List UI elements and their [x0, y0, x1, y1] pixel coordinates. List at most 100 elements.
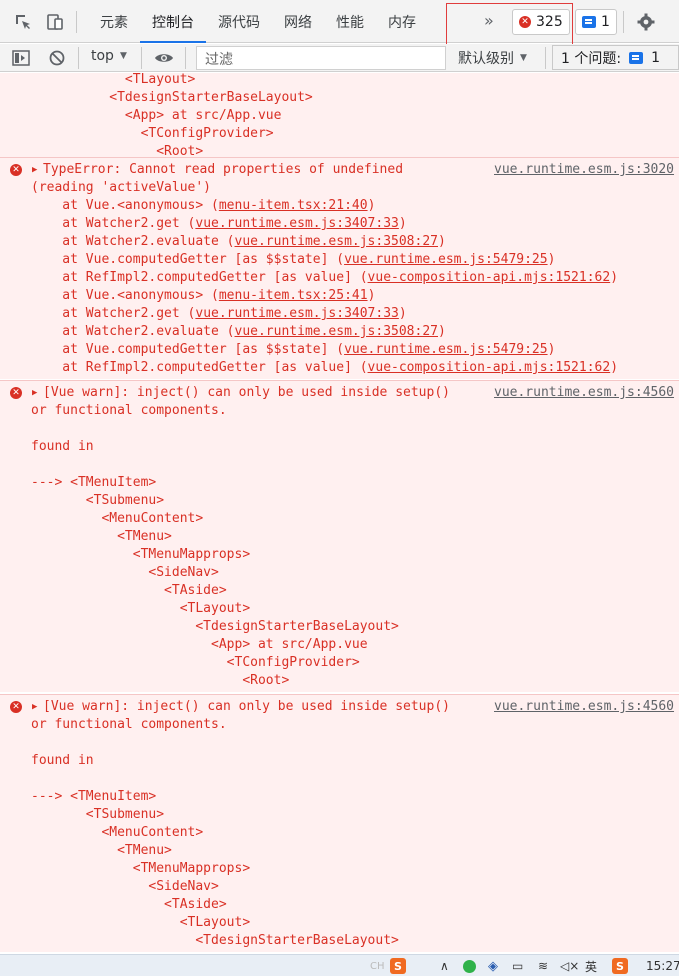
error-icon: ✕: [10, 164, 22, 176]
console-line: <App> at src/App.vue: [31, 637, 368, 652]
separator: [141, 47, 142, 69]
tray-expand-icon[interactable]: ∧: [440, 958, 449, 974]
console-line: at RefImpl2.computedGetter [as value] (v…: [31, 270, 619, 285]
separator: [545, 47, 546, 69]
stack-frame-link[interactable]: vue-composition-api.mjs:1521:62: [368, 270, 611, 285]
stack-frame-link[interactable]: vue.runtime.esm.js:3407:33: [195, 216, 399, 231]
console-error-entry[interactable]: ✕ ▶ TypeError: Cannot read properties of u…: [0, 157, 679, 379]
console-line: <TMenuMapprops>: [31, 547, 251, 562]
console-line: ---> <TMenuItem>: [31, 789, 157, 804]
stack-frame-link[interactable]: vue.runtime.esm.js:3407:33: [195, 306, 399, 321]
network-icon[interactable]: ▭: [512, 958, 523, 974]
source-link[interactable]: vue.runtime.esm.js:4560: [494, 384, 674, 402]
sogou-ime-icon[interactable]: S: [390, 958, 406, 974]
tab-2[interactable]: 源代码: [206, 0, 272, 43]
stack-frame-link[interactable]: menu-item.tsx:25:41: [219, 288, 368, 303]
console-line: <TMenu>: [31, 529, 172, 544]
console-line: found in: [31, 439, 94, 454]
console-line: <SideNav>: [31, 565, 219, 580]
inspect-element-icon[interactable]: [12, 11, 34, 33]
issues-label: 1 个问题:: [561, 50, 622, 67]
console-line: <TLayout>: [31, 601, 251, 616]
separator: [623, 11, 624, 33]
console-line: ---> <TMenuItem>: [31, 475, 157, 490]
console-error-entry[interactable]: <TLayout> <TdesignStarterBaseLayout> <Ap…: [0, 73, 679, 163]
console-line: <Root>: [31, 673, 290, 688]
stack-frame-link[interactable]: vue.runtime.esm.js:3508:27: [235, 234, 439, 249]
stack-frame-link[interactable]: vue.runtime.esm.js:3508:27: [235, 324, 439, 339]
console-line: <TLayout>: [31, 915, 251, 930]
log-level-value: 默认级别: [458, 51, 514, 67]
console-line: or functional components.: [31, 403, 227, 418]
windows-taskbar: CH S ∧ ◈ ▭ ≋ ◁× 英 S 15:27: [0, 954, 679, 976]
message-count-badge[interactable]: 1: [575, 9, 617, 35]
sogou-tray-icon[interactable]: S: [612, 958, 628, 974]
separator: [76, 11, 77, 33]
console-line: at Watcher2.evaluate (vue.runtime.esm.js…: [31, 234, 446, 249]
expand-triangle-icon[interactable]: ▶: [32, 161, 37, 179]
chevron-down-icon: ▼: [119, 51, 127, 61]
console-line: at Vue.<anonymous> (menu-item.tsx:25:41): [31, 288, 376, 303]
console-line: <MenuContent>: [31, 825, 204, 840]
stack-frame-link[interactable]: vue.runtime.esm.js:5479:25: [344, 252, 548, 267]
console-error-entry[interactable]: ✕ ▶ [Vue warn]: inject() can only be used …: [0, 380, 679, 692]
console-line: <TConfigProvider>: [31, 655, 360, 670]
ime-indicator: CH: [370, 960, 385, 972]
devtools-tabbar: 元素 控制台 源代码 网络 性能 内存 » ✕ 325 1: [0, 0, 679, 43]
error-icon: ✕: [10, 387, 22, 399]
console-line: at Vue.computedGetter [as $$state] (vue.…: [31, 252, 556, 267]
console-error-entry[interactable]: ✕ ▶ [Vue warn]: inject() can only be used …: [0, 694, 679, 952]
console-line: <TdesignStarterBaseLayout>: [31, 619, 399, 634]
message-icon: [582, 16, 596, 28]
issues-icon: [629, 51, 644, 64]
console-line: <TSubmenu>: [31, 807, 165, 822]
live-expression-eye-icon[interactable]: [153, 47, 175, 69]
tab-3[interactable]: 网络: [272, 0, 324, 43]
separator: [78, 47, 79, 69]
console-line: <TLayout>: [31, 73, 196, 87]
console-line: (reading 'activeValue'): [31, 180, 212, 195]
console-line: at RefImpl2.computedGetter [as value] (v…: [31, 360, 619, 375]
volume-icon[interactable]: ◁×: [560, 958, 579, 974]
shield-icon[interactable]: ◈: [488, 958, 498, 974]
tab-0[interactable]: 元素: [88, 0, 140, 43]
wifi-icon[interactable]: ≋: [538, 958, 548, 974]
console-line: at Watcher2.get (vue.runtime.esm.js:3407…: [31, 306, 407, 321]
error-message: [Vue warn]: inject() can only be used in…: [43, 385, 450, 400]
console-line: <TMenu>: [31, 843, 172, 858]
tab-4[interactable]: 性能: [324, 0, 376, 43]
ime-mode[interactable]: 英: [585, 958, 597, 974]
expand-triangle-icon[interactable]: ▶: [32, 698, 37, 716]
context-value: top: [91, 48, 114, 64]
expand-triangle-icon[interactable]: ▶: [32, 384, 37, 402]
context-select[interactable]: top ▼: [91, 48, 127, 64]
console-output: <TLayout> <TdesignStarterBaseLayout> <Ap…: [0, 73, 679, 954]
stack-frame-link[interactable]: menu-item.tsx:21:40: [219, 198, 368, 213]
console-line: at Watcher2.get (vue.runtime.esm.js:3407…: [31, 216, 407, 231]
clear-console-icon[interactable]: [46, 47, 68, 69]
stack-frame-link[interactable]: vue.runtime.esm.js:5479:25: [344, 342, 548, 357]
wechat-icon[interactable]: [463, 960, 476, 973]
tab-1[interactable]: 控制台: [140, 0, 206, 43]
stack-frame-link[interactable]: vue-composition-api.mjs:1521:62: [368, 360, 611, 375]
console-line: at Vue.<anonymous> (menu-item.tsx:21:40): [31, 198, 376, 213]
log-level-select[interactable]: 默认级别 ▼: [458, 48, 527, 68]
console-line: found in: [31, 753, 94, 768]
source-link[interactable]: vue.runtime.esm.js:4560: [494, 698, 674, 716]
console-line: <TAside>: [31, 583, 227, 598]
settings-gear-icon[interactable]: [635, 11, 657, 33]
sidebar-toggle-icon[interactable]: [10, 47, 32, 69]
console-line: or functional components.: [31, 717, 227, 732]
issues-count: 1: [651, 49, 660, 66]
clock: 15:27: [646, 959, 679, 973]
filter-input[interactable]: 过滤: [196, 46, 446, 70]
console-line: <TMenuMapprops>: [31, 861, 251, 876]
source-link[interactable]: vue.runtime.esm.js:3020: [494, 161, 674, 179]
error-message: [Vue warn]: inject() can only be used in…: [43, 699, 450, 714]
console-line: <TdesignStarterBaseLayout>: [31, 90, 313, 105]
device-toolbar-icon[interactable]: [44, 11, 66, 33]
issues-button[interactable]: 1 个问题: 1: [552, 45, 679, 70]
tab-5[interactable]: 内存: [376, 0, 428, 43]
console-line: at Vue.computedGetter [as $$state] (vue.…: [31, 342, 556, 357]
console-line: <App> at src/App.vue: [31, 108, 282, 123]
